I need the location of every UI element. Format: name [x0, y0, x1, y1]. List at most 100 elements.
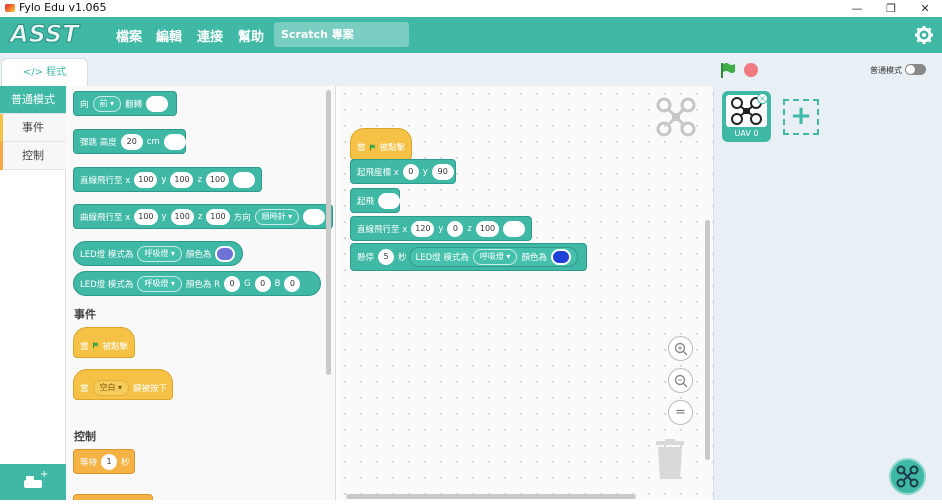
block-text: 等待 [80, 457, 98, 468]
g-input[interactable]: 0 [254, 275, 271, 292]
block-text: 顏色為 R [185, 279, 221, 290]
block-wait[interactable]: 等待 1 秒 [73, 449, 135, 474]
close-window-button[interactable]: ✕ [908, 0, 942, 17]
zoom-in-button[interactable] [668, 336, 693, 361]
block-text: y [161, 211, 167, 222]
workspace-vertical-scrollbar[interactable] [705, 220, 710, 460]
toggle-knob [906, 65, 915, 74]
drone-watermark-icon [656, 97, 696, 137]
script-fly-line[interactable]: 直線飛行至 x 120 y 0 z 100 [350, 216, 532, 241]
stop-button[interactable] [744, 63, 758, 77]
trash-icon[interactable] [654, 439, 686, 481]
script-when-flag-clicked[interactable]: 當 被點擊 [350, 128, 412, 160]
add-extension-button[interactable]: + [0, 464, 66, 500]
category-column: 普通模式 事件 控制 + [0, 86, 66, 500]
mode-toggle-label: 普通模式 [870, 66, 902, 75]
zoom-out-button[interactable] [668, 368, 693, 393]
block-input[interactable] [502, 220, 525, 237]
x-input[interactable]: 100 [134, 171, 158, 188]
block-fly-line[interactable]: 直線飛行至 x 100 y 100 z 100 [73, 167, 262, 192]
key-dropdown[interactable]: 空白 ▾ [92, 379, 130, 396]
menu-file[interactable]: 檔案 [116, 26, 142, 45]
mode-toggle[interactable] [905, 64, 926, 75]
z-input[interactable]: 100 [205, 171, 230, 188]
dropdown-value: 順時針 [261, 211, 286, 221]
block-text: 曲線飛行至 x [80, 212, 131, 223]
minimize-button[interactable]: — [840, 0, 874, 17]
z-input[interactable]: 100 [206, 208, 230, 225]
color-swatch[interactable] [215, 245, 236, 262]
r-input[interactable]: 0 [224, 275, 241, 292]
block-text: 顏色為 [521, 253, 547, 263]
y-input[interactable]: 0 [447, 220, 464, 237]
block-text: 秒 [398, 253, 407, 263]
project-name-field[interactable]: Scratch 專案 [274, 22, 409, 47]
menu-bar: ASST 檔案 編輯 連接 幫助 Scratch 專案 [0, 17, 942, 53]
block-flip[interactable]: 向 前 ▾ 翻轉 [73, 91, 177, 116]
y-input[interactable]: 100 [170, 171, 194, 188]
z-input[interactable]: 100 [475, 220, 499, 237]
block-text: 當 [80, 383, 89, 394]
block-text: 起飛座標 x [357, 167, 399, 178]
menu-edit[interactable]: 編輯 [156, 26, 182, 45]
block-partial[interactable] [73, 494, 153, 500]
category-events[interactable]: 事件 [0, 114, 66, 142]
section-control-title: 控制 [74, 430, 96, 443]
x-input[interactable]: 100 [134, 208, 158, 225]
script-takeoff-coord[interactable]: 起飛座標 x 0 y 90 [350, 159, 456, 184]
b-input[interactable]: 0 [284, 275, 301, 292]
tab-program[interactable]: </> 程式 [1, 58, 88, 88]
block-text: z [197, 174, 202, 185]
script-led-reporter[interactable]: LED燈 模式為 呼吸燈 ▾ 顏色為 [408, 247, 578, 267]
block-bounce[interactable]: 彈跳 高度 20 cm [73, 129, 186, 154]
connect-drone-button[interactable] [889, 458, 926, 495]
menu-help[interactable]: 幫助 [238, 26, 264, 45]
zoom-reset-button[interactable]: = [668, 400, 693, 425]
block-when-flag-clicked[interactable]: 當 被點擊 [73, 327, 135, 358]
category-normal-mode[interactable]: 普通模式 [0, 86, 66, 114]
add-sprite-button[interactable]: + [783, 99, 819, 135]
block-input[interactable] [163, 133, 186, 150]
direction-dropdown[interactable]: 前 ▾ [92, 95, 122, 112]
block-input[interactable] [303, 208, 326, 225]
script-workspace[interactable]: 當 被點擊 起飛座標 x 0 y 90 起飛 直線飛行至 x 120 y 0 z… [337, 86, 713, 500]
green-flag-icon[interactable] [719, 61, 737, 79]
category-control[interactable]: 控制 [0, 142, 66, 170]
palette-scrollbar[interactable] [326, 90, 331, 375]
menu-connect[interactable]: 連接 [197, 26, 223, 45]
rotation-dropdown[interactable]: 順時針 ▾ [254, 208, 300, 225]
led-mode-dropdown[interactable]: 呼吸燈 ▾ [137, 275, 182, 292]
seconds-input[interactable]: 1 [101, 453, 118, 470]
block-input[interactable] [233, 171, 256, 188]
color-swatch[interactable] [550, 249, 571, 265]
block-text: 起飛 [357, 196, 375, 207]
block-led-rgb[interactable]: LED燈 模式為 呼吸燈 ▾ 顏色為 R 0 G 0 B 0 [73, 271, 321, 296]
x-input[interactable]: 0 [402, 163, 419, 180]
block-input[interactable] [378, 192, 401, 209]
dropdown-value: 呼吸燈 [144, 278, 169, 288]
height-input[interactable]: 20 [120, 133, 143, 150]
y-input[interactable]: 100 [170, 208, 194, 225]
block-text: 被點擊 [102, 341, 128, 352]
y-input[interactable]: 90 [431, 163, 454, 180]
block-text: 顏色為 [185, 249, 212, 260]
gear-icon[interactable] [914, 25, 934, 45]
script-hover[interactable]: 懸停 5 秒 LED燈 模式為 呼吸燈 ▾ 顏色為 [350, 243, 587, 271]
section-events-title: 事件 [74, 308, 96, 321]
block-when-key-pressed[interactable]: 當 空白 ▾ 鍵被按下 [73, 369, 173, 400]
script-takeoff[interactable]: 起飛 [350, 188, 401, 213]
svg-text:+: + [40, 469, 48, 480]
block-text: G [244, 278, 251, 289]
delete-sprite-icon[interactable]: × [757, 93, 768, 104]
maximize-button[interactable]: ❐ [874, 0, 908, 17]
dropdown-value: 空白 [99, 382, 116, 392]
seconds-input[interactable]: 5 [378, 249, 395, 265]
led-mode-dropdown[interactable]: 呼吸燈 ▾ [137, 245, 182, 262]
block-input[interactable] [146, 95, 169, 112]
tab-strip: </> 程式 普通模式 [0, 53, 942, 88]
block-led-color[interactable]: LED燈 模式為 呼吸燈 ▾ 顏色為 [73, 241, 243, 266]
workspace-horizontal-scrollbar[interactable] [346, 494, 636, 499]
x-input[interactable]: 120 [411, 220, 435, 237]
block-fly-curve[interactable]: 曲線飛行至 x 100 y 100 z 100 方向 順時針 ▾ [73, 204, 333, 229]
led-mode-dropdown[interactable]: 呼吸燈 ▾ [472, 249, 518, 265]
